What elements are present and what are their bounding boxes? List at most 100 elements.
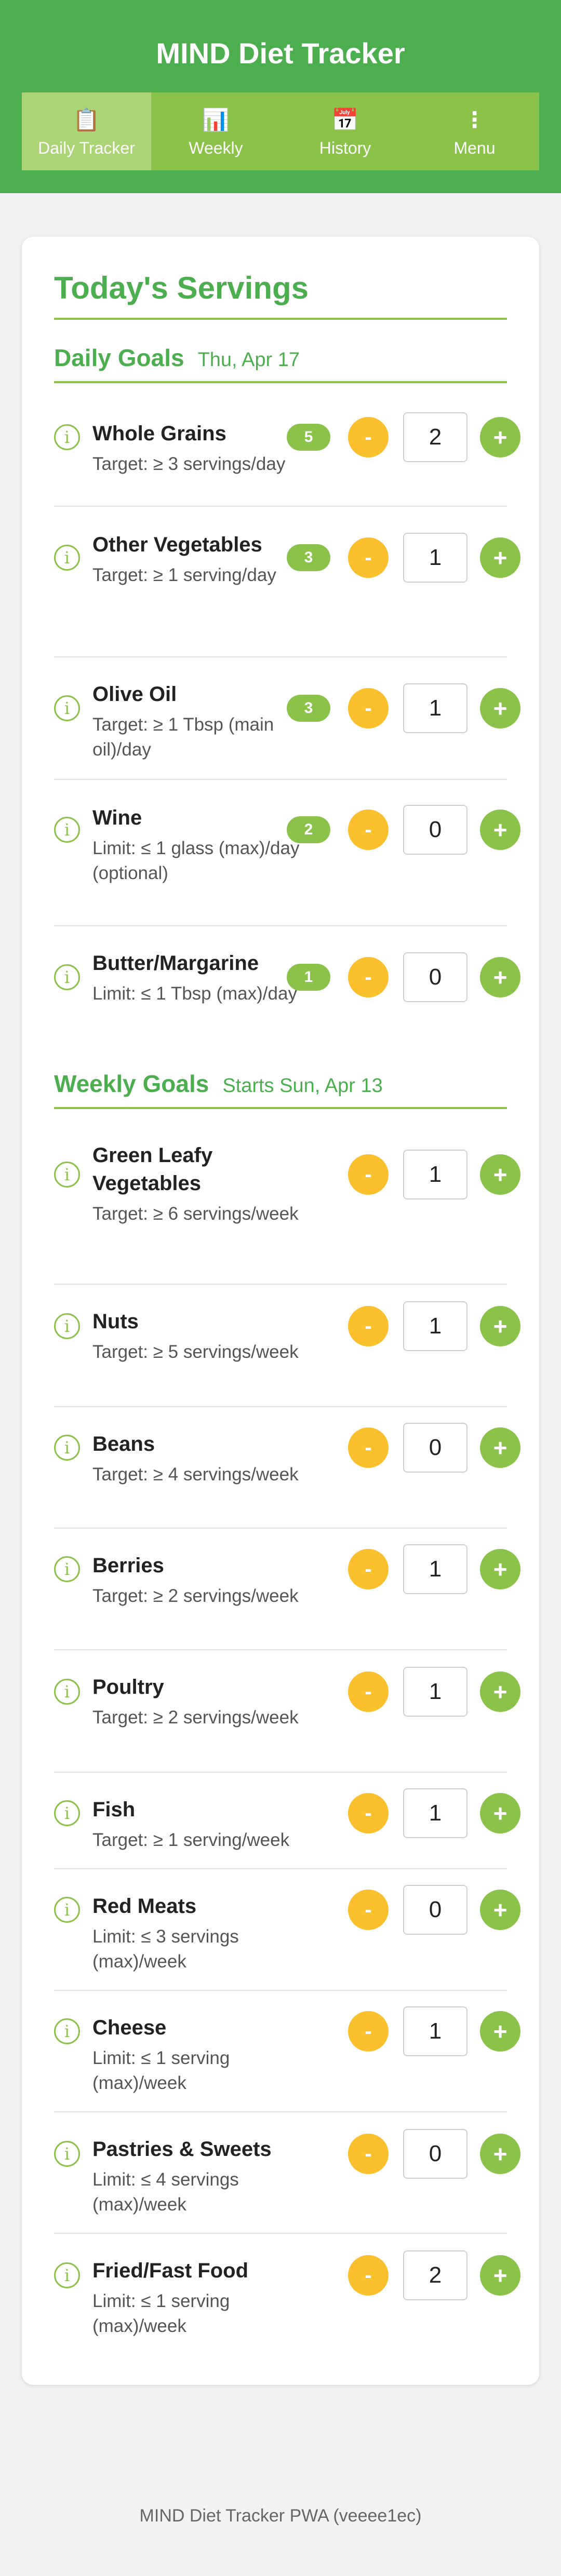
- servings-count-input[interactable]: [403, 952, 468, 1002]
- increment-button[interactable]: +: [480, 1427, 520, 1468]
- tab-weekly[interactable]: 📊 Weekly: [151, 92, 280, 170]
- decrement-button[interactable]: -: [348, 1154, 389, 1195]
- daily-divider: [54, 381, 507, 383]
- servings-count-input[interactable]: [403, 2250, 468, 2300]
- info-icon[interactable]: i: [54, 424, 80, 450]
- tab-label: History: [319, 138, 371, 157]
- increment-button[interactable]: +: [480, 1793, 520, 1833]
- tab-menu[interactable]: ⋮ Menu: [410, 92, 539, 170]
- section-title: Daily Goals: [54, 344, 184, 371]
- increment-button[interactable]: +: [480, 2011, 520, 2052]
- goal-row-pastries-sweets: i Pastries & Sweets Limit: ≤ 4 servings (m…: [54, 2112, 520, 2234]
- tab-daily-tracker[interactable]: 📋 Daily Tracker: [22, 92, 151, 170]
- servings-count-input[interactable]: [403, 805, 468, 855]
- item-name: Red Meats: [92, 1895, 197, 1918]
- info-icon[interactable]: i: [54, 964, 80, 990]
- item-name: Wine: [92, 806, 142, 829]
- servings-count-input[interactable]: [403, 1788, 468, 1838]
- goal-row-butter-margarine: i Butter/Margarine Limit: ≤ 1 Tbsp (max)/d…: [54, 926, 520, 1040]
- servings-count-input[interactable]: [403, 1423, 468, 1473]
- goal-row-fried-fast-food: i Fried/Fast Food Limit: ≤ 1 serving (max)…: [54, 2234, 520, 2355]
- increment-button[interactable]: +: [480, 1671, 520, 1712]
- item-target: Limit: ≤ 1 Tbsp (max)/day: [92, 983, 297, 1004]
- item-target: Limit: ≤ 4 servings (max)/week: [92, 2169, 239, 2215]
- decrement-button[interactable]: -: [348, 2255, 389, 2296]
- increment-button[interactable]: +: [480, 1154, 520, 1195]
- servings-count-input[interactable]: [403, 1885, 468, 1935]
- increment-button[interactable]: +: [480, 810, 520, 850]
- info-icon[interactable]: i: [54, 1556, 80, 1582]
- decrement-button[interactable]: -: [348, 688, 389, 729]
- page-title: Today's Servings: [54, 271, 309, 305]
- item-target: Limit: ≤ 1 serving (max)/week: [92, 2048, 230, 2093]
- decrement-button[interactable]: -: [348, 810, 389, 850]
- servings-card: Today's Servings Daily Goals Thu, Apr 17…: [22, 237, 539, 2385]
- info-icon[interactable]: i: [54, 2018, 80, 2044]
- item-text: Berries Target: ≥ 2 servings/week: [92, 1552, 311, 1609]
- goal-row-olive-oil: i Olive Oil Target: ≥ 1 Tbsp (main oil)/da…: [54, 657, 520, 780]
- info-icon[interactable]: i: [54, 1679, 80, 1705]
- servings-count-input[interactable]: [403, 412, 468, 462]
- tab-label: Weekly: [189, 138, 243, 157]
- servings-count-input[interactable]: [403, 2006, 468, 2056]
- info-icon[interactable]: i: [54, 1162, 80, 1188]
- app-title: MIND Diet Tracker: [156, 37, 405, 70]
- servings-count-input[interactable]: [403, 1667, 468, 1717]
- info-icon[interactable]: i: [54, 1313, 80, 1339]
- servings-count-input[interactable]: [403, 1301, 468, 1351]
- servings-count-input[interactable]: [403, 533, 468, 583]
- increment-button[interactable]: +: [480, 1549, 520, 1589]
- decrement-button[interactable]: -: [348, 537, 389, 578]
- info-icon[interactable]: i: [54, 1897, 80, 1923]
- info-icon[interactable]: i: [54, 1800, 80, 1826]
- decrement-button[interactable]: -: [348, 1306, 389, 1346]
- servings-count-input[interactable]: [403, 1544, 468, 1594]
- item-text: Fish Target: ≥ 1 serving/week: [92, 1796, 311, 1853]
- increment-button[interactable]: +: [480, 2134, 520, 2174]
- item-target: Limit: ≤ 1 glass (max)/day (optional): [92, 838, 300, 883]
- item-target: Target: ≥ 6 servings/week: [92, 1204, 299, 1224]
- section-date: Thu, Apr 17: [197, 349, 300, 371]
- decrement-button[interactable]: -: [348, 1793, 389, 1833]
- decrement-button[interactable]: -: [348, 1671, 389, 1712]
- info-icon[interactable]: i: [54, 2262, 80, 2288]
- decrement-button[interactable]: -: [348, 2011, 389, 2052]
- decrement-button[interactable]: -: [348, 417, 389, 457]
- tab-history[interactable]: 📅 History: [280, 92, 410, 170]
- servings-count-input[interactable]: [403, 683, 468, 733]
- info-icon[interactable]: i: [54, 817, 80, 843]
- servings-badge: 1: [287, 964, 330, 991]
- decrement-button[interactable]: -: [348, 957, 389, 997]
- item-target: Target: ≥ 3 servings/day: [92, 454, 286, 474]
- increment-button[interactable]: +: [480, 957, 520, 997]
- info-icon[interactable]: i: [54, 1435, 80, 1461]
- decrement-button[interactable]: -: [348, 2134, 389, 2174]
- goal-row-poultry: i Poultry Target: ≥ 2 servings/week - +: [54, 1650, 520, 1773]
- decrement-button[interactable]: -: [348, 1427, 389, 1468]
- section-date: Starts Sun, Apr 13: [222, 1075, 383, 1097]
- item-name: Nuts: [92, 1310, 139, 1333]
- increment-button[interactable]: +: [480, 1306, 520, 1346]
- servings-count-input[interactable]: [403, 2129, 468, 2179]
- info-icon[interactable]: i: [54, 545, 80, 571]
- increment-button[interactable]: +: [480, 688, 520, 729]
- calendar-icon: 📅: [331, 107, 359, 132]
- increment-button[interactable]: +: [480, 1890, 520, 1930]
- decrement-button[interactable]: -: [348, 1890, 389, 1930]
- info-icon[interactable]: i: [54, 695, 80, 721]
- increment-button[interactable]: +: [480, 537, 520, 578]
- item-name: Butter/Margarine: [92, 952, 259, 975]
- item-name: Cheese: [92, 2016, 167, 2039]
- goal-row-beans: i Beans Target: ≥ 4 servings/week - +: [54, 1407, 520, 1529]
- item-text: Poultry Target: ≥ 2 servings/week: [92, 1673, 311, 1730]
- info-icon[interactable]: i: [54, 2141, 80, 2167]
- servings-count-input[interactable]: [403, 1150, 468, 1199]
- tab-label: Menu: [453, 138, 496, 157]
- decrement-button[interactable]: -: [348, 1549, 389, 1589]
- servings-badge: 3: [287, 544, 330, 571]
- item-name: Berries: [92, 1554, 164, 1577]
- increment-button[interactable]: +: [480, 417, 520, 457]
- increment-button[interactable]: +: [480, 2255, 520, 2296]
- item-name: Pastries & Sweets: [92, 2138, 272, 2161]
- item-target: Target: ≥ 2 servings/week: [92, 1586, 299, 1606]
